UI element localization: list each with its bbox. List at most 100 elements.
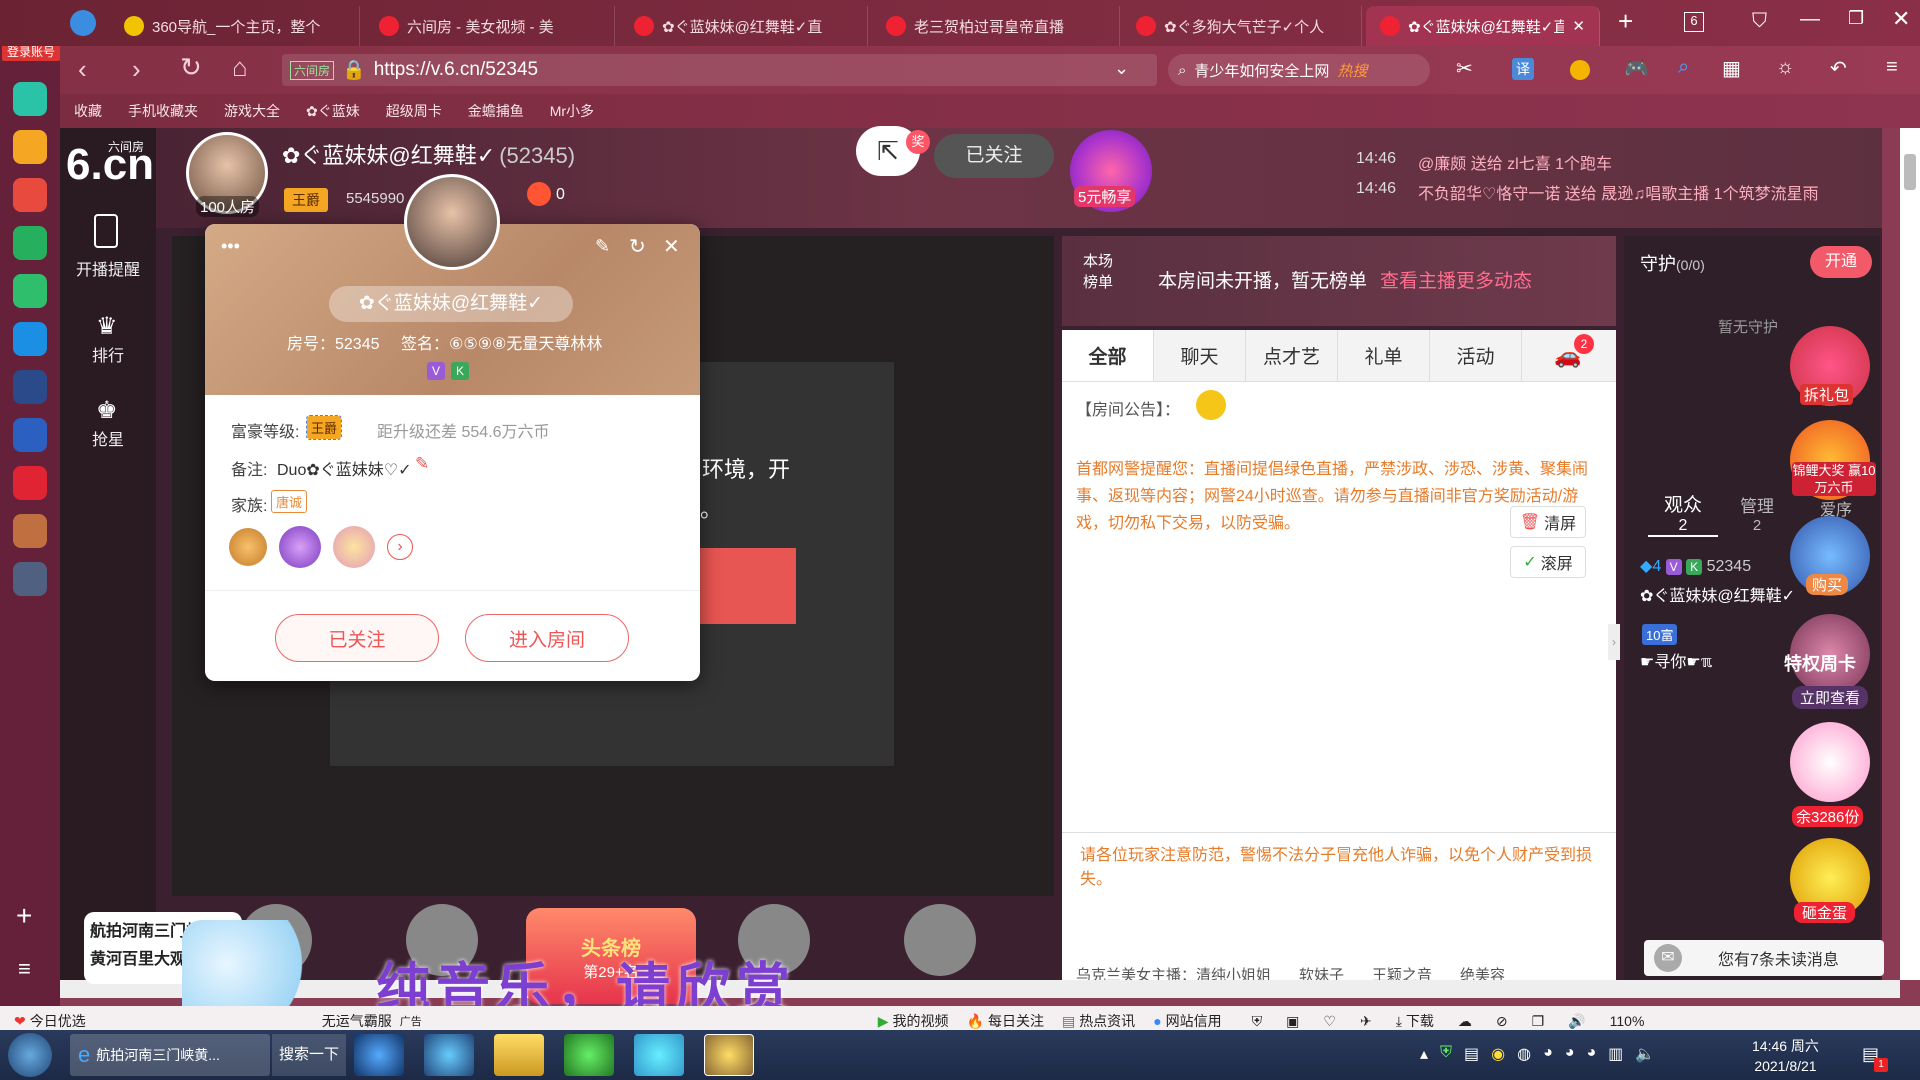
scroll-screen-button[interactable]: ✓ 滚屏 — [1510, 546, 1586, 578]
bookmark-fishing[interactable]: 金蟾捕鱼 — [468, 101, 524, 121]
tray-qq3-icon[interactable]: ◕ — [1586, 1044, 1596, 1068]
no-image-icon[interactable]: ⊘ — [1496, 1013, 1508, 1030]
tab-360[interactable]: 360导航_一个主页，整个 — [110, 6, 360, 46]
tab-count-badge[interactable]: 6 — [1684, 12, 1704, 32]
tab-activity[interactable]: 活动 — [1430, 330, 1522, 381]
tab-talent[interactable]: 点才艺 — [1246, 330, 1338, 381]
bookmark-lanmei[interactable]: ✿ぐ蓝妹 — [306, 101, 360, 121]
taskbar-folder-icon[interactable] — [494, 1034, 544, 1076]
skin-icon[interactable]: ⛉ — [1752, 10, 1767, 33]
smash-egg-button[interactable]: 砸金蛋 — [1794, 902, 1856, 923]
bookmark-mrxiaoduo[interactable]: Mr小多 — [550, 101, 594, 121]
buy-button[interactable]: 购买 — [1806, 574, 1849, 595]
medal-star-icon[interactable] — [229, 528, 267, 566]
nav-live-remind[interactable]: 开播提醒 — [60, 256, 156, 280]
sidebar-app-game2-icon[interactable] — [13, 514, 47, 548]
home-icon[interactable]: ⌂ — [232, 52, 248, 83]
search-input[interactable]: ⌕ 青少年如何安全上网 热搜 — [1168, 54, 1430, 86]
sidebar-app-add-icon[interactable] — [13, 82, 47, 116]
close-window-icon[interactable]: ✕ — [1892, 6, 1910, 32]
my-videos[interactable]: ▶ 我的视频 — [878, 1011, 949, 1031]
sidebar-app-red-icon[interactable] — [13, 466, 47, 500]
translate-button[interactable]: 译 — [1512, 58, 1534, 80]
popup-followed-button[interactable]: 已关注 — [275, 614, 439, 662]
dropdown-icon[interactable]: ⌄ — [1114, 58, 1129, 79]
brightness-icon[interactable]: ☼ — [1776, 56, 1794, 79]
accelerate-icon[interactable]: ✈ — [1360, 1013, 1372, 1030]
taskbar-search[interactable]: 搜索一下 — [272, 1034, 346, 1076]
seat-5[interactable] — [904, 904, 976, 976]
start-button[interactable] — [8, 1033, 52, 1077]
rank-label[interactable]: 本场 榜单 — [1078, 250, 1118, 292]
close-tab-icon[interactable]: ✕ — [1572, 17, 1585, 35]
family-badge[interactable]: 唐诚 — [271, 490, 308, 513]
heart-outline-icon[interactable]: ♡ — [1323, 1013, 1336, 1030]
sidebar-app-game3-icon[interactable] — [13, 562, 47, 596]
coin-icon[interactable] — [1570, 60, 1590, 80]
grid-icon[interactable]: ▦ — [1722, 56, 1741, 81]
medal-sword-icon[interactable] — [279, 526, 321, 568]
popup-avatar[interactable] — [404, 174, 500, 270]
sound-icon[interactable]: 🔊 — [1568, 1013, 1585, 1030]
page-scrollbar[interactable] — [1900, 128, 1920, 980]
sidebar-menu-icon[interactable]: ≡ — [18, 956, 31, 982]
video-action-button[interactable] — [700, 548, 796, 624]
today-picks[interactable]: ❤ 今日优选 — [14, 1011, 86, 1031]
manage-tab[interactable]: 管理 2 — [1722, 492, 1792, 534]
taskbar-app-icon[interactable] — [704, 1034, 754, 1076]
tray-shield-icon[interactable]: ⛨ — [1440, 1044, 1452, 1068]
close-card-icon[interactable]: ✕ — [663, 234, 680, 259]
window-icon[interactable]: ❐ — [1532, 1013, 1545, 1030]
tray-qq2-icon[interactable]: ◕ — [1565, 1044, 1575, 1068]
hot-news[interactable]: ▤ 热点资讯 — [1062, 1011, 1135, 1031]
privilege-view-button[interactable]: 立即查看 — [1792, 686, 1869, 709]
zoom-level[interactable]: 110% — [1610, 1013, 1645, 1029]
tab-gift-list[interactable]: 礼单 — [1338, 330, 1430, 381]
cloud-icon[interactable]: ☁ — [1458, 1013, 1472, 1030]
back-icon[interactable]: ‹ — [78, 54, 87, 85]
taskbar-ie-icon[interactable] — [424, 1034, 474, 1076]
viewer-row-1[interactable]: ◆4 V K 52345 — [1640, 556, 1810, 576]
edit-remark-icon[interactable]: ✎ — [415, 454, 429, 474]
tray-doc-icon[interactable]: ▤ — [1464, 1044, 1479, 1068]
undo-icon[interactable]: ↶ — [1830, 56, 1847, 81]
viewer-name-1[interactable]: ✿ぐ蓝妹妹@红舞鞋✓ — [1640, 582, 1810, 606]
sidebar-app-mail-icon[interactable] — [13, 226, 47, 260]
nav-grab-star[interactable]: 抢星 — [60, 426, 156, 450]
h-scrollbar[interactable] — [60, 980, 1900, 998]
sidebar-app-star-icon[interactable] — [13, 130, 47, 164]
audience-tab[interactable]: 观众 2 — [1648, 490, 1718, 537]
tab-car[interactable]: 🚗 — [1522, 330, 1614, 381]
follow-button[interactable]: 已关注 — [934, 134, 1054, 178]
refresh-icon[interactable]: ↻ — [180, 52, 202, 83]
url-input[interactable]: 六间房 🔒 https://v.6.cn/52345 — [282, 54, 1157, 86]
status-mid[interactable]: 无运气霸服 — [322, 1011, 392, 1031]
enter-room-button[interactable]: 进入房间 — [465, 614, 629, 662]
unread-messages[interactable]: ✉ 您有7条未读消息 — [1644, 940, 1884, 976]
more-options-icon[interactable]: ••• — [221, 236, 240, 257]
gamepad-icon[interactable]: 🎮 — [1624, 56, 1649, 81]
tab-active[interactable]: ✿ぐ蓝妹妹@红舞鞋✓直 ✕ — [1366, 6, 1600, 46]
restore-icon[interactable]: ❐ — [1848, 8, 1864, 29]
menu-icon[interactable]: ≡ — [1886, 56, 1898, 79]
image-icon[interactable]: ▣ — [1286, 1013, 1299, 1030]
rank-more-link[interactable]: 查看主播更多动态 — [1380, 266, 1532, 293]
sidebar-app-cloud-icon[interactable] — [13, 274, 47, 308]
bookmark-favorites[interactable]: 收藏 — [74, 101, 102, 121]
magnifier-icon[interactable]: ⌕ — [1678, 56, 1689, 79]
tray-qq-icon[interactable]: ◕ — [1543, 1044, 1553, 1068]
sidebar-app-weibo-icon[interactable] — [13, 178, 47, 212]
browser-home-icon[interactable] — [70, 10, 96, 36]
taskbar-360-icon[interactable] — [564, 1034, 614, 1076]
taskbar-player-icon[interactable] — [634, 1034, 684, 1076]
sidebar-add-icon[interactable]: + — [16, 900, 32, 932]
viewer-name-2[interactable]: ☛寻你☛ℼ — [1640, 648, 1712, 672]
sidebar-app-game-icon[interactable] — [13, 370, 47, 404]
forward-icon[interactable]: › — [132, 54, 141, 85]
tab-chat[interactable]: 聊天 — [1154, 330, 1246, 381]
sidebar-app-word-icon[interactable] — [13, 418, 47, 452]
collapse-arrow-icon[interactable]: › — [1608, 624, 1620, 660]
tab-6cn[interactable]: 六间房 - 美女视频 - 美 — [365, 6, 615, 46]
bookmark-games[interactable]: 游戏大全 — [224, 101, 280, 121]
refresh-card-icon[interactable]: ↻ — [629, 234, 646, 259]
